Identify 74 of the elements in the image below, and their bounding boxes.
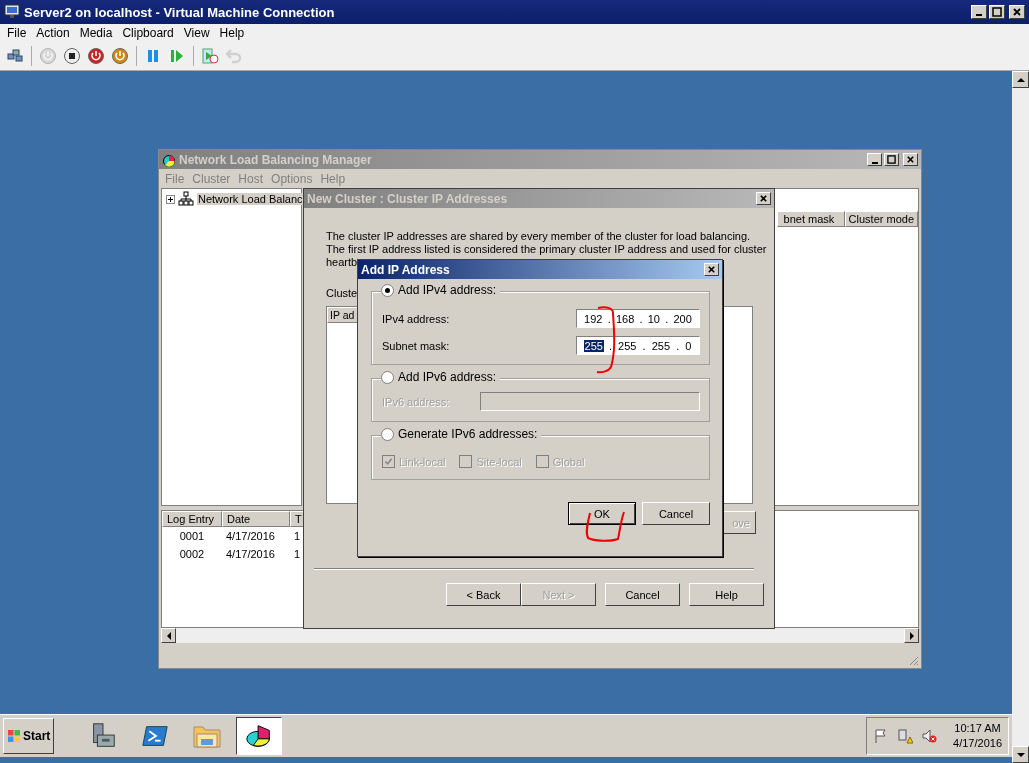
description-text: heartb: [326, 256, 358, 269]
menu-item[interactable]: Media: [74, 26, 118, 40]
close-button[interactable]: [1009, 5, 1025, 19]
column-header[interactable]: Cluster mode: [844, 211, 918, 227]
table-cell-text: 0002: [178, 548, 206, 560]
ok-button[interactable]: OK: [568, 502, 636, 525]
table-cell-text: 1: [293, 548, 302, 560]
menu-item[interactable]: Clipboard: [117, 26, 179, 40]
description-text: The cluster IP addresses are shared by every member of the cluster for load balancing.: [326, 230, 751, 243]
maximize-icon: [887, 155, 896, 164]
field-label: Subnet mask:: [382, 339, 450, 352]
checkpoint-icon[interactable]: [199, 45, 221, 67]
column-header[interactable]: bnet mask: [776, 211, 845, 227]
table-cell-text: 4/17/2016: [225, 530, 276, 542]
close-button[interactable]: [704, 263, 719, 276]
resize-grip-icon[interactable]: [907, 654, 919, 666]
close-icon: [759, 194, 768, 203]
radio-button[interactable]: [381, 427, 394, 441]
close-icon: [707, 265, 716, 274]
vertical-scrollbar[interactable]: [1012, 71, 1029, 763]
close-icon: [906, 155, 915, 164]
ip-address-field[interactable]: 255 . 255 . 255 . 0: [576, 336, 700, 355]
radio-label: Add IPv4 address:: [398, 283, 497, 297]
network-icon: [178, 191, 194, 207]
windows-flag-icon: [7, 729, 21, 743]
start-button[interactable]: Start: [3, 718, 55, 754]
arrow-down-icon: [1016, 750, 1025, 759]
monitor-icon: [4, 4, 20, 20]
table-cell-text: 4/17/2016: [225, 548, 276, 560]
radio-button[interactable]: [381, 370, 394, 384]
turn-off-icon[interactable]: [61, 45, 83, 67]
column-header[interactable]: Log Entry: [162, 511, 222, 527]
input-field[interactable]: [480, 392, 700, 411]
menu-item[interactable]: View: [178, 26, 215, 40]
dialog-title: New Cluster : Cluster IP Addresses: [307, 191, 509, 206]
expand-icon[interactable]: [166, 194, 175, 204]
menu-item[interactable]: File: [2, 26, 32, 40]
clock-time: 10:17 AM: [954, 721, 1001, 736]
wizard-button[interactable]: Cancel: [605, 583, 680, 606]
cancel-button[interactable]: Cancel: [642, 502, 710, 525]
radio-label: Add IPv6 address:: [398, 370, 497, 384]
menu-item[interactable]: Help: [214, 26, 250, 40]
arrow-right-icon: [907, 631, 916, 640]
wizard-button[interactable]: Help: [689, 583, 764, 606]
field-label: IPv4 address:: [382, 312, 450, 325]
field-label: Cluste: [326, 287, 358, 299]
wizard-button[interactable]: < Back: [446, 583, 521, 606]
power-warning-icon[interactable]: [897, 728, 914, 744]
radio-button[interactable]: [381, 283, 394, 297]
table-cell-text: 0001: [178, 530, 206, 542]
tree-item[interactable]: Network Load Balanc: [197, 193, 304, 205]
window-title: Network Load Balancing Manager: [179, 152, 373, 167]
horizontal-scrollbar[interactable]: [161, 628, 919, 643]
column-header[interactable]: Date: [222, 511, 290, 527]
nlb-icon[interactable]: [236, 717, 283, 755]
maximize-button[interactable]: [989, 5, 1005, 19]
shut-down-icon[interactable]: [85, 45, 107, 67]
dialog-title: Add IP Address: [361, 262, 451, 277]
muted-speaker-icon[interactable]: [921, 728, 938, 744]
minimize-button[interactable]: [971, 5, 987, 19]
window-title: Server2 on localhost - Virtual Machine Connection: [24, 4, 336, 20]
close-icon: [1012, 7, 1022, 17]
minimize-icon: [871, 161, 878, 164]
table-cell-text: 1: [293, 530, 302, 542]
description-text: The first IP address listed is considered the primary cluster IP address and used for cluster: [326, 243, 767, 256]
save-icon[interactable]: [109, 45, 131, 67]
radio-label: Generate IPv6 addresses:: [398, 427, 538, 441]
menu-item[interactable]: Action: [31, 26, 75, 40]
maximize-icon: [992, 7, 1002, 17]
ip-address-field[interactable]: 192 . 168 . 10 . 200: [576, 309, 700, 328]
minimize-icon: [976, 14, 982, 16]
arrow-up-icon: [1016, 75, 1025, 84]
clock-date: 4/17/2016: [953, 736, 1002, 751]
pie-chart-icon: [162, 152, 176, 167]
